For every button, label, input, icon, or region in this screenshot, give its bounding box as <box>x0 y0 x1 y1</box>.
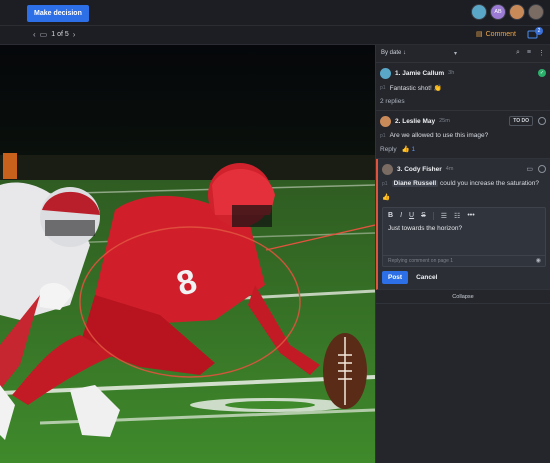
avatar[interactable] <box>471 4 487 20</box>
filter-dropdown-chevron-icon[interactable]: ▾ <box>454 50 457 57</box>
page-ref: p1 <box>380 133 386 139</box>
make-decision-button[interactable]: Make decision <box>27 5 89 22</box>
page-icon: ▭ <box>39 30 48 39</box>
comment-text: Fantastic shot! 👏 <box>389 85 442 92</box>
comment-tab-label: Comment <box>485 30 516 38</box>
resolve-toggle[interactable] <box>538 165 546 173</box>
page-ref: p1 <box>382 181 388 187</box>
reply-context-text: Replying comment on page 1 <box>388 258 454 264</box>
comments-panel: By date ↓ ▾ ⌕ ≡ ⋮ 1. Jamie Callum 3h ✓ p… <box>375 45 550 463</box>
comment-text: Are we allowed to use this image? <box>389 132 489 139</box>
image-canvas[interactable]: 8 <box>0 45 375 463</box>
reply-context: Replying comment on page 1 ◉ <box>383 255 545 266</box>
notification-badge: 2 <box>535 27 543 35</box>
comment-icon: ▤ <box>476 31 483 38</box>
football-photo[interactable]: 8 <box>0 45 375 463</box>
thread-title: 2. Leslie May <box>395 117 436 125</box>
search-icon[interactable]: ⌕ <box>516 49 520 57</box>
notification-button[interactable]: 2 <box>527 27 543 42</box>
avatar <box>380 67 391 79</box>
thread-time: 3h <box>448 70 455 76</box>
mention-tag[interactable]: Diane Russell <box>391 180 439 187</box>
comment-thread[interactable]: 2. Leslie May 25m TO DO p1 Are we allowe… <box>376 111 550 159</box>
comment-thread-active[interactable]: 3. Cody Fisher 4m ▭ p1 Diane Russell cou… <box>376 159 550 290</box>
resolve-toggle[interactable] <box>538 117 546 125</box>
panel-header: By date ↓ ▾ ⌕ ≡ ⋮ <box>376 45 550 63</box>
comment-icon[interactable]: ▭ <box>526 165 533 173</box>
post-button[interactable]: Post <box>382 271 409 284</box>
pager: ‹ ▭ 1 of 5 › <box>33 30 75 39</box>
check-icon[interactable]: ✓ <box>538 69 546 77</box>
comment-thread[interactable]: 1. Jamie Callum 3h ✓ p1 Fantastic shot! … <box>376 63 550 111</box>
like-button[interactable]: 👍 1 <box>402 145 416 153</box>
comment-body: could you increase the saturation? <box>440 180 540 187</box>
top-bar: Make decision AB <box>0 0 550 26</box>
thread-time: 4m <box>445 166 454 172</box>
avatar <box>380 115 391 127</box>
reply-editor[interactable]: B I U S ☰ ☷ ••• Just towards the horizon… <box>382 207 546 267</box>
numbered-list-button[interactable]: ☷ <box>454 212 460 220</box>
bullet-list-button[interactable]: ☰ <box>441 212 447 220</box>
reply-button[interactable]: Reply <box>380 146 397 153</box>
more-icon[interactable]: ⋮ <box>538 49 545 57</box>
collapse-button[interactable]: Collapse <box>376 290 550 304</box>
reply-input[interactable]: Just towards the horizon? <box>383 224 545 233</box>
avatar <box>382 163 393 175</box>
status-badge[interactable]: TO DO <box>509 116 533 126</box>
more-format-button[interactable]: ••• <box>467 212 474 220</box>
strikethrough-button[interactable]: S <box>421 212 426 220</box>
nav-bar: ‹ ▭ 1 of 5 › ▤ Comment 2 <box>0 26 550 45</box>
chevron-right-icon[interactable]: › <box>73 30 76 39</box>
bold-button[interactable]: B <box>388 212 393 220</box>
chevron-left-icon[interactable]: ‹ <box>33 30 36 39</box>
like-icon[interactable]: 👍 <box>382 193 390 201</box>
italic-button[interactable]: I <box>400 212 402 220</box>
avatar[interactable] <box>509 4 525 20</box>
format-toolbar: B I U S ☰ ☷ ••• <box>383 208 545 224</box>
thread-title: 3. Cody Fisher <box>397 165 442 173</box>
comment-tab[interactable]: ▤ Comment <box>476 30 516 39</box>
avatar[interactable] <box>528 4 544 20</box>
replies-link[interactable]: 2 replies <box>380 98 546 105</box>
like-count: 1 <box>411 146 416 153</box>
page-indicator: 1 of 5 <box>51 31 69 38</box>
thread-title: 1. Jamie Callum <box>395 69 445 77</box>
sort-dropdown[interactable]: By date ↓ <box>381 50 406 56</box>
eye-icon[interactable]: ◉ <box>536 257 541 264</box>
underline-button[interactable]: U <box>409 212 414 220</box>
collaborator-avatars: AB <box>471 4 544 20</box>
filter-icon[interactable]: ≡ <box>527 49 531 57</box>
comment-text: Diane Russell could you increase the sat… <box>391 180 540 187</box>
toolbar-divider <box>432 212 434 220</box>
cancel-button[interactable]: Cancel <box>412 271 441 284</box>
thread-time: 25m <box>439 118 450 124</box>
avatar[interactable]: AB <box>490 4 506 20</box>
page-ref: p1 <box>380 85 386 91</box>
